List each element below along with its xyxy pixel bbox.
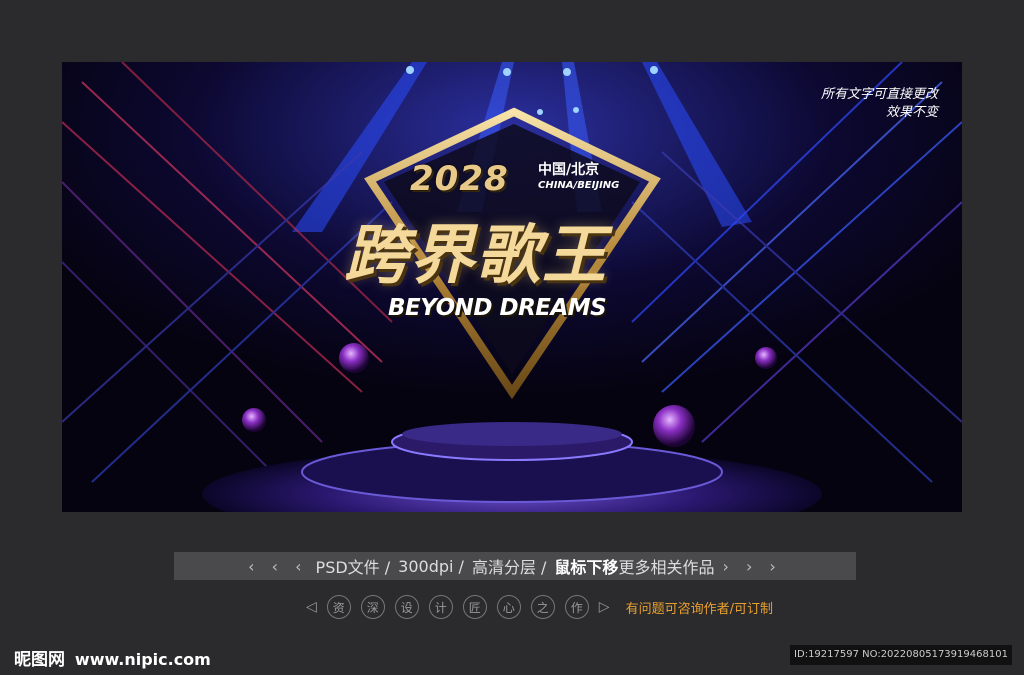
note-line-1: 所有文字可直接更改 (820, 87, 938, 102)
right-arrows-icon: › › › (722, 556, 782, 576)
designer-char: 作 (564, 595, 589, 619)
site-logo[interactable]: 昵图网 www.nipic.com (14, 645, 211, 670)
info-bar[interactable]: ‹ ‹ ‹ PSD文件 / 300dpi / 高清分层 / 鼠标下移更多相关作品… (174, 552, 856, 580)
designer-char: 匠 (462, 595, 487, 619)
logo-url: www.nipic.com (74, 650, 211, 669)
note-line-2: 效果不变 (885, 105, 938, 120)
designer-char: 设 (394, 595, 419, 619)
location-cn: 中国/北京 (538, 162, 600, 178)
prev-arrow-icon[interactable]: ◁ (306, 599, 317, 615)
main-title-cn: 跨界歌王 (344, 219, 608, 293)
info-more-link[interactable]: 鼠标下移更多相关作品 (554, 554, 714, 578)
info-more-bold: 鼠标下移 (554, 558, 619, 577)
designer-char: 计 (428, 595, 453, 619)
next-arrow-icon[interactable]: ▷ (599, 599, 610, 615)
info-file-type: PSD文件 / (315, 558, 391, 577)
left-arrows-icon: ‹ ‹ ‹ (248, 556, 308, 576)
custom-order-link[interactable]: 有问题可咨询作者/可订制 (626, 598, 773, 617)
main-title-en: BEYOND DREAMS (388, 295, 607, 321)
logo-text: 昵图网 (14, 650, 65, 670)
designer-char: 深 (360, 595, 385, 619)
year-text: 2028 (410, 159, 509, 199)
designer-char: 之 (530, 595, 555, 619)
info-more-rest: 更多相关作品 (618, 558, 715, 577)
edit-note: 所有文字可直接更改 效果不变 (821, 86, 938, 122)
designer-char: 资 (326, 595, 351, 619)
poster-banner: 所有文字可直接更改 效果不变 2028 中国/北京 CHINA/BEIJING … (62, 62, 962, 512)
location-en: CHINA/BEIJING (538, 180, 620, 191)
designer-char: 心 (496, 595, 521, 619)
info-resolution: 300dpi / (398, 556, 464, 576)
info-layers: 高清分层 / (471, 558, 547, 577)
designer-strip: ◁ 资 深 设 计 匠 心 之 作 ▷ 有问题可咨询作者/可订制 (306, 594, 773, 620)
image-id-box: ID:19217597 NO:20220805173919468101 (790, 645, 1012, 665)
